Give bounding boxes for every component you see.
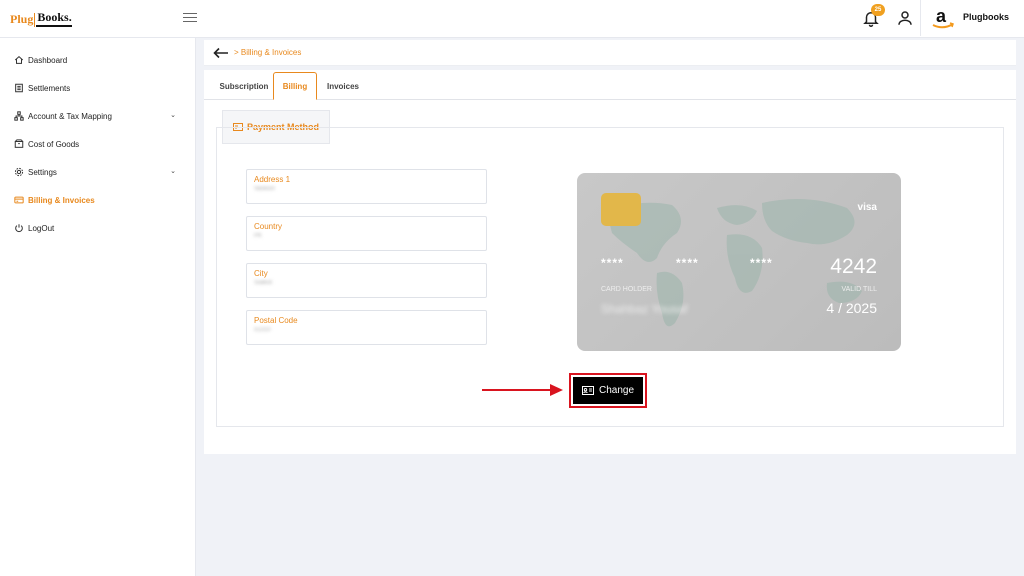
card-chip-icon [601, 193, 641, 226]
sidebar: Dashboard Settlements Account & Tax Mapp… [0, 38, 196, 576]
sidebar-item-logout[interactable]: LogOut [14, 221, 180, 235]
box-icon [14, 139, 24, 148]
card-icon [14, 196, 24, 204]
logo-part-books: Books. [36, 10, 72, 27]
account-brand-name[interactable]: Plugbooks [963, 12, 1009, 22]
address-label: Address 1 [254, 175, 291, 184]
card-brand: visa [857, 202, 877, 213]
card-valid-value: 4 / 2025 [826, 300, 877, 316]
card-masked-group: **** [750, 256, 773, 270]
sidebar-item-label: Billing & Invoices [28, 195, 95, 205]
chevron-down-icon[interactable]: ⌄ [170, 167, 176, 175]
tab-invoices[interactable]: Invoices [322, 72, 364, 100]
sidebar-item-label: Account & Tax Mapping [28, 111, 112, 121]
address-field[interactable]: Address 1 Vaskion [246, 169, 487, 204]
sidebar-item-label: LogOut [28, 223, 55, 233]
postal-code-label: Postal Code [254, 316, 298, 325]
change-button-highlight: Change [569, 373, 647, 408]
logo-separator [34, 13, 36, 27]
card-masked-group: **** [601, 256, 624, 270]
user-icon[interactable] [896, 9, 914, 27]
sidebar-item-label: Settings [28, 167, 57, 177]
chevron-down-icon[interactable]: ⌄ [170, 111, 176, 119]
breadcrumb: > Billing & Invoices [204, 40, 1016, 66]
notification-badge: 25 [871, 4, 885, 16]
card-holder-name: Shahbaz Yousaf [601, 302, 688, 316]
sidebar-item-cost-of-goods[interactable]: Cost of Goods [14, 137, 180, 151]
topbar-divider [920, 0, 921, 36]
card-last4: 4242 [830, 255, 877, 278]
breadcrumb-text: Billing & Invoices [240, 48, 302, 57]
sidebar-item-dashboard[interactable]: Dashboard [14, 53, 180, 67]
country-value: PK [254, 233, 263, 239]
tab-bar: Subscription Billing Invoices [204, 70, 1016, 100]
tab-billing[interactable]: Billing [273, 72, 317, 100]
postal-code-value: 51310 [254, 327, 271, 333]
home-icon [14, 55, 24, 64]
document-icon [15, 83, 23, 93]
chevron-right-icon: > [234, 48, 241, 57]
hierarchy-icon [14, 111, 24, 121]
country-label: Country [254, 222, 283, 231]
tab-subscription[interactable]: Subscription [212, 72, 276, 100]
card-holder-label: CARD HOLDER [601, 286, 652, 293]
city-value: Sialkot [254, 280, 273, 286]
breadcrumb-label[interactable]: > Billing & Invoices [234, 48, 301, 57]
credit-card: visa **** **** **** 4242 CARD HOLDER Sha… [577, 173, 901, 351]
city-field[interactable]: City Sialkot [246, 263, 487, 298]
sidebar-item-billing-invoices[interactable]: Billing & Invoices [14, 193, 180, 207]
sidebar-item-settlements[interactable]: Settlements [14, 81, 180, 95]
svg-text:a: a [936, 6, 947, 26]
sidebar-item-account-tax-mapping[interactable]: Account & Tax Mapping ⌄ [14, 109, 180, 123]
hamburger-menu-icon[interactable] [183, 10, 197, 24]
power-icon [15, 224, 23, 233]
city-label: City [254, 269, 268, 278]
back-arrow-icon[interactable] [212, 46, 230, 60]
postal-code-field[interactable]: Postal Code 51310 [246, 310, 487, 345]
change-button-label: Change [598, 385, 635, 396]
gear-icon [14, 167, 24, 177]
card-masked-group: **** [676, 256, 699, 270]
amazon-logo-icon: a [932, 6, 954, 29]
address-value: Vaskion [254, 186, 275, 192]
top-bar: Plug Books. 25 a Plugbooks [0, 0, 1024, 38]
annotation-arrow-icon [482, 384, 563, 396]
sidebar-item-label: Cost of Goods [28, 139, 80, 149]
change-button[interactable]: Change [573, 377, 643, 404]
country-field[interactable]: Country PK [246, 216, 487, 251]
id-card-icon [581, 386, 594, 395]
sidebar-item-label: Dashboard [28, 55, 68, 65]
plugbooks-logo[interactable]: Plug Books. [10, 9, 72, 27]
logo-part-plug: Plug [10, 12, 34, 26]
card-valid-label: VALID TILL [841, 286, 877, 293]
sidebar-item-settings[interactable]: Settings ⌄ [14, 165, 180, 179]
sidebar-item-label: Settlements [28, 83, 71, 93]
